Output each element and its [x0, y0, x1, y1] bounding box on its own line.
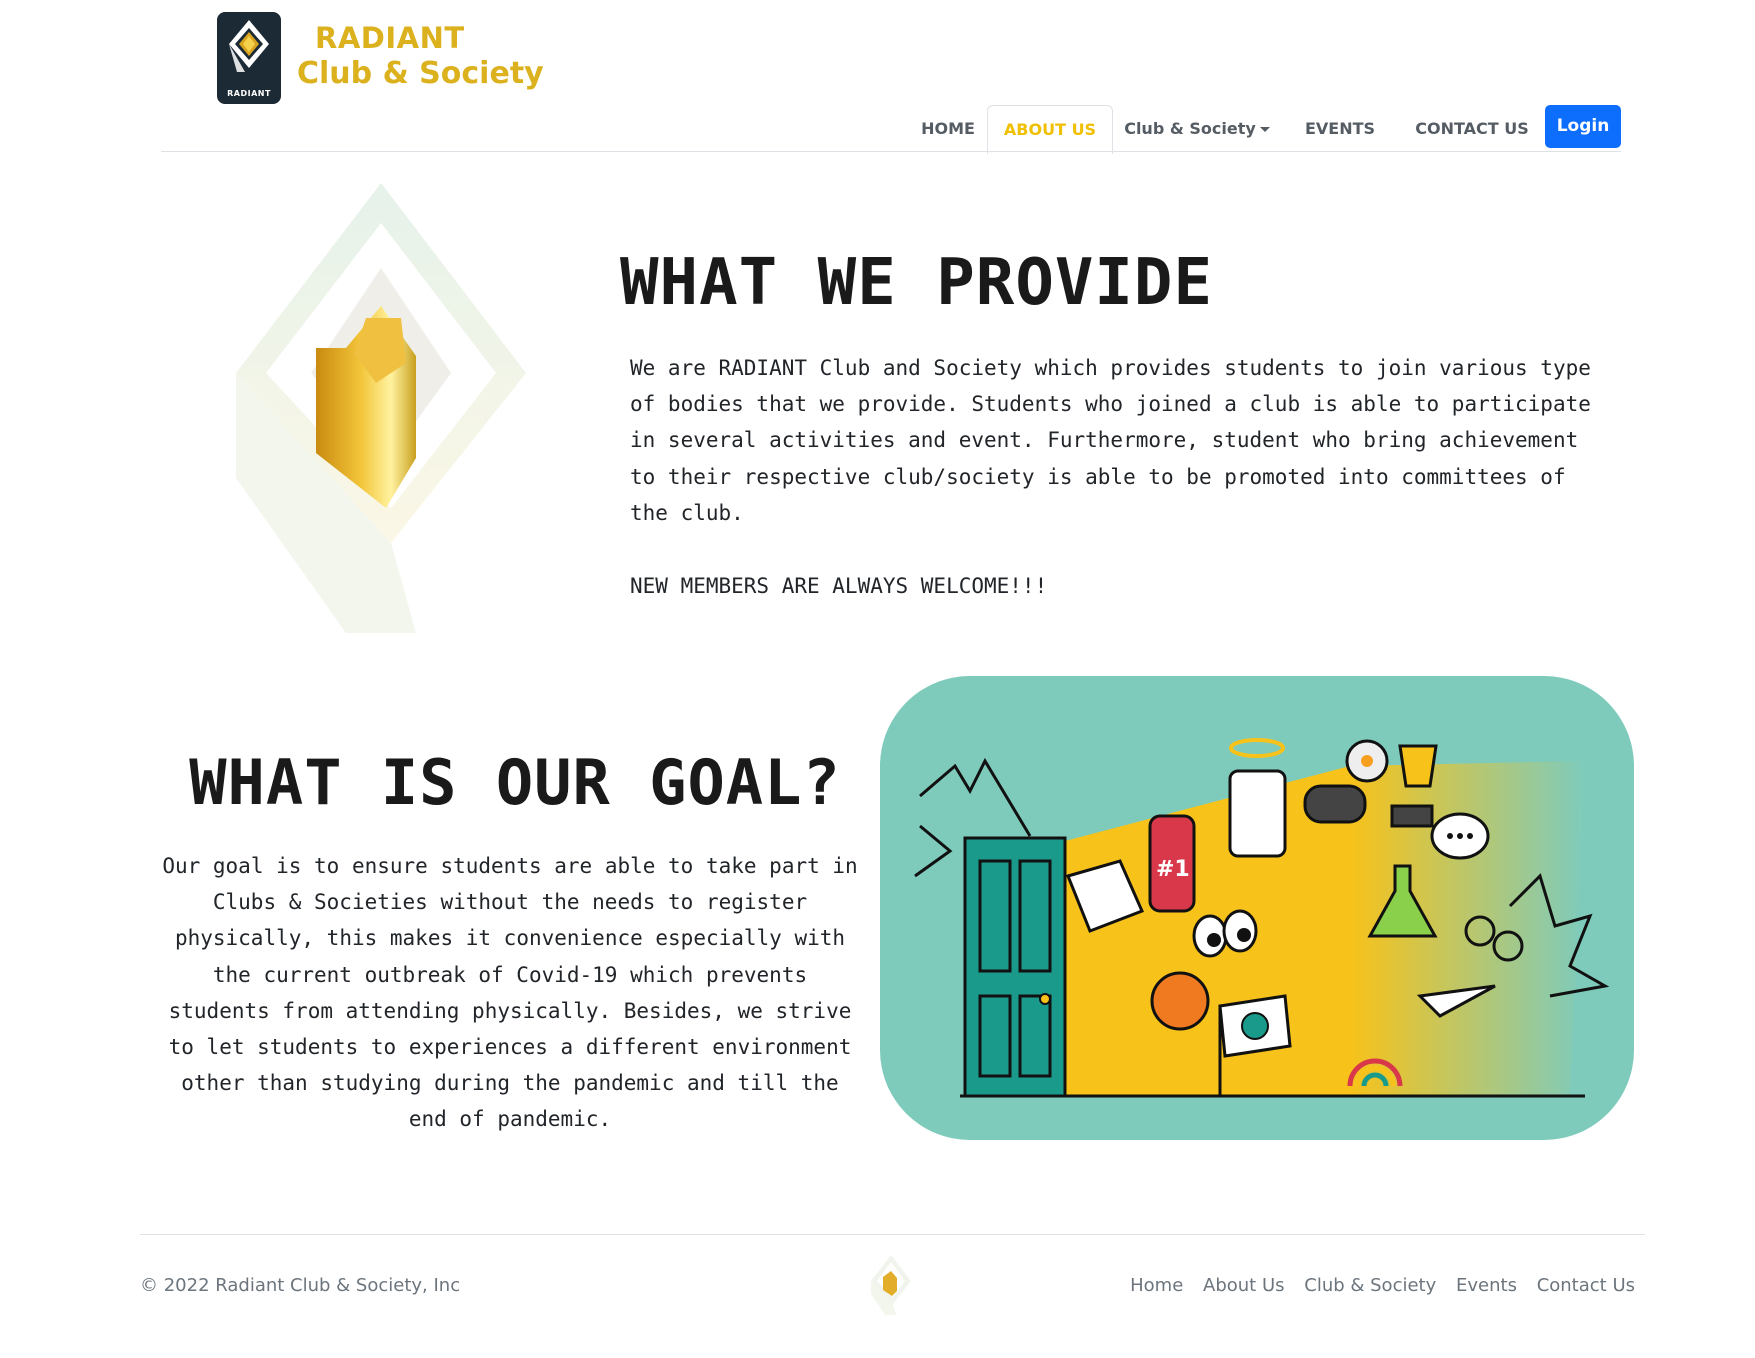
- radiant-emblem-icon[interactable]: [870, 1254, 914, 1316]
- main-nav: HOME ABOUT US Club & Society EVENTS CONT…: [0, 105, 1755, 154]
- nav-divider: [161, 151, 1621, 152]
- brand-name[interactable]: RADIANT Club & Society: [297, 20, 544, 92]
- nav-contact[interactable]: CONTACT US: [1404, 105, 1540, 153]
- welcome-text: NEW MEMBERS ARE ALWAYS WELCOME!!!: [630, 574, 1048, 598]
- footer-divider: [140, 1234, 1645, 1235]
- brand-line-2: Club & Society: [297, 56, 544, 91]
- footer-link-club[interactable]: Club & Society: [1304, 1275, 1436, 1296]
- provide-body: We are RADIANT Club and Society which pr…: [630, 356, 1591, 525]
- goal-body: Our goal is to ensure students are able …: [162, 854, 858, 1132]
- logo-label: RADIANT: [227, 89, 271, 98]
- footer-nav: Home About Us Club & Society Events Cont…: [1116, 1275, 1635, 1296]
- nav-home[interactable]: HOME: [903, 105, 993, 153]
- chevron-down-icon: [1259, 127, 1270, 132]
- footer-link-events[interactable]: Events: [1456, 1275, 1517, 1296]
- radiant-emblem-icon: [229, 20, 269, 72]
- provide-title: WHAT WE PROVIDE: [620, 246, 1213, 320]
- goal-title: WHAT IS OUR GOAL?: [189, 746, 841, 819]
- badge-number: #1: [1156, 857, 1190, 882]
- copyright-text: © 2022 Radiant Club & Society, Inc: [140, 1275, 461, 1296]
- login-button[interactable]: Login: [1545, 105, 1621, 148]
- nav-club-label: Club & Society: [1124, 119, 1256, 138]
- footer-link-about[interactable]: About Us: [1203, 1275, 1285, 1296]
- nav-about[interactable]: ABOUT US: [987, 105, 1113, 154]
- radiant-emblem-icon: [236, 183, 526, 633]
- footer-link-home[interactable]: Home: [1130, 1275, 1183, 1296]
- footer-link-contact[interactable]: Contact Us: [1537, 1275, 1635, 1296]
- clubs-illustration: #1: [880, 676, 1634, 1140]
- nav-club-society[interactable]: Club & Society: [1122, 105, 1272, 153]
- nav-events[interactable]: EVENTS: [1295, 105, 1385, 153]
- site-logo[interactable]: RADIANT: [217, 12, 281, 104]
- brand-line-1: RADIANT: [315, 21, 465, 55]
